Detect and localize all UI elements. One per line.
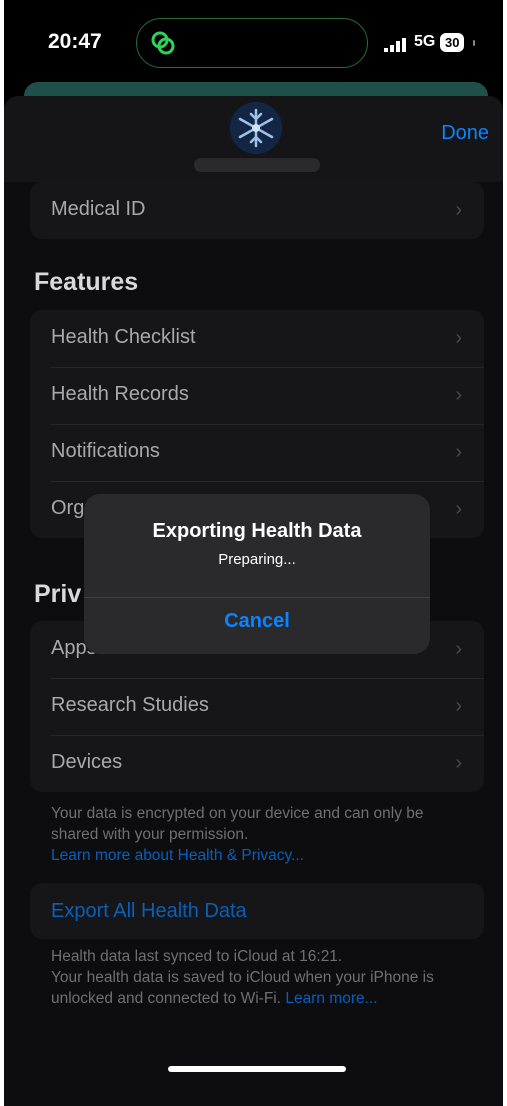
- list-item-health-records[interactable]: Health Records ›: [30, 367, 484, 424]
- dynamic-island[interactable]: [136, 18, 368, 68]
- signal-icon: [384, 38, 406, 52]
- features-title: Features: [34, 268, 139, 296]
- status-bar: 20:47 5G 30: [4, 0, 503, 90]
- list-item-health-checklist[interactable]: Health Checklist ›: [30, 310, 484, 367]
- list-item-label: Devices: [51, 751, 123, 773]
- privacy-footer-text: Your data is encrypted on your device an…: [51, 805, 424, 843]
- phone-screen: 20:47 5G 30 Done Medical ID › Features H…: [4, 0, 503, 1106]
- privacy-title: Priv: [34, 580, 82, 608]
- medical-card: Medical ID ›: [30, 182, 484, 239]
- privacy-footer: Your data is encrypted on your device an…: [51, 803, 471, 866]
- export-all-health-data-button[interactable]: Export All Health Data: [30, 883, 484, 939]
- chevron-right-icon: ›: [455, 199, 462, 221]
- list-item-label: Medical ID: [51, 198, 146, 220]
- list-item-label: Org: [51, 497, 85, 519]
- done-button[interactable]: Done: [441, 122, 489, 145]
- chevron-right-icon: ›: [455, 638, 462, 660]
- snowflake-avatar-icon: [230, 102, 282, 154]
- list-item-notifications[interactable]: Notifications ›: [30, 424, 484, 481]
- export-footer: Health data last synced to iCloud at 16:…: [51, 946, 471, 1009]
- list-item-medical-id[interactable]: Medical ID ›: [30, 182, 484, 239]
- list-item-label: Health Records: [51, 383, 189, 405]
- icloud-learn-more-link[interactable]: Learn more...: [285, 990, 377, 1007]
- avatar[interactable]: [230, 102, 282, 154]
- chevron-right-icon: ›: [455, 498, 462, 520]
- chevron-right-icon: ›: [455, 695, 462, 717]
- alert-message: Preparing...: [218, 551, 296, 568]
- home-indicator[interactable]: [168, 1066, 346, 1072]
- list-item-devices[interactable]: Devices ›: [30, 735, 484, 792]
- export-label: Export All Health Data: [51, 900, 247, 922]
- cancel-button[interactable]: Cancel: [84, 598, 430, 654]
- battery-icon: 30: [440, 33, 465, 52]
- chevron-right-icon: ›: [455, 441, 462, 463]
- chevron-right-icon: ›: [455, 752, 462, 774]
- status-time: 20:47: [48, 30, 102, 53]
- chevron-right-icon: ›: [455, 327, 462, 349]
- chevron-right-icon: ›: [455, 384, 462, 406]
- nav-bar: Done: [4, 96, 503, 182]
- list-item-label: Notifications: [51, 440, 160, 462]
- list-item-research-studies[interactable]: Research Studies ›: [30, 678, 484, 735]
- battery-tip: [473, 40, 475, 46]
- network-label: 5G: [414, 33, 436, 50]
- sync-status-text: Health data last synced to iCloud at 16:…: [51, 948, 343, 965]
- link-rings-icon: [151, 31, 175, 55]
- privacy-learn-more-link[interactable]: Learn more about Health & Privacy...: [51, 847, 304, 864]
- export-alert-dialog: Exporting Health Data Preparing... Cance…: [84, 494, 430, 654]
- blurred-name: [194, 158, 320, 172]
- list-item-label: Health Checklist: [51, 326, 196, 348]
- alert-title: Exporting Health Data: [152, 520, 362, 542]
- list-item-label: Research Studies: [51, 694, 209, 716]
